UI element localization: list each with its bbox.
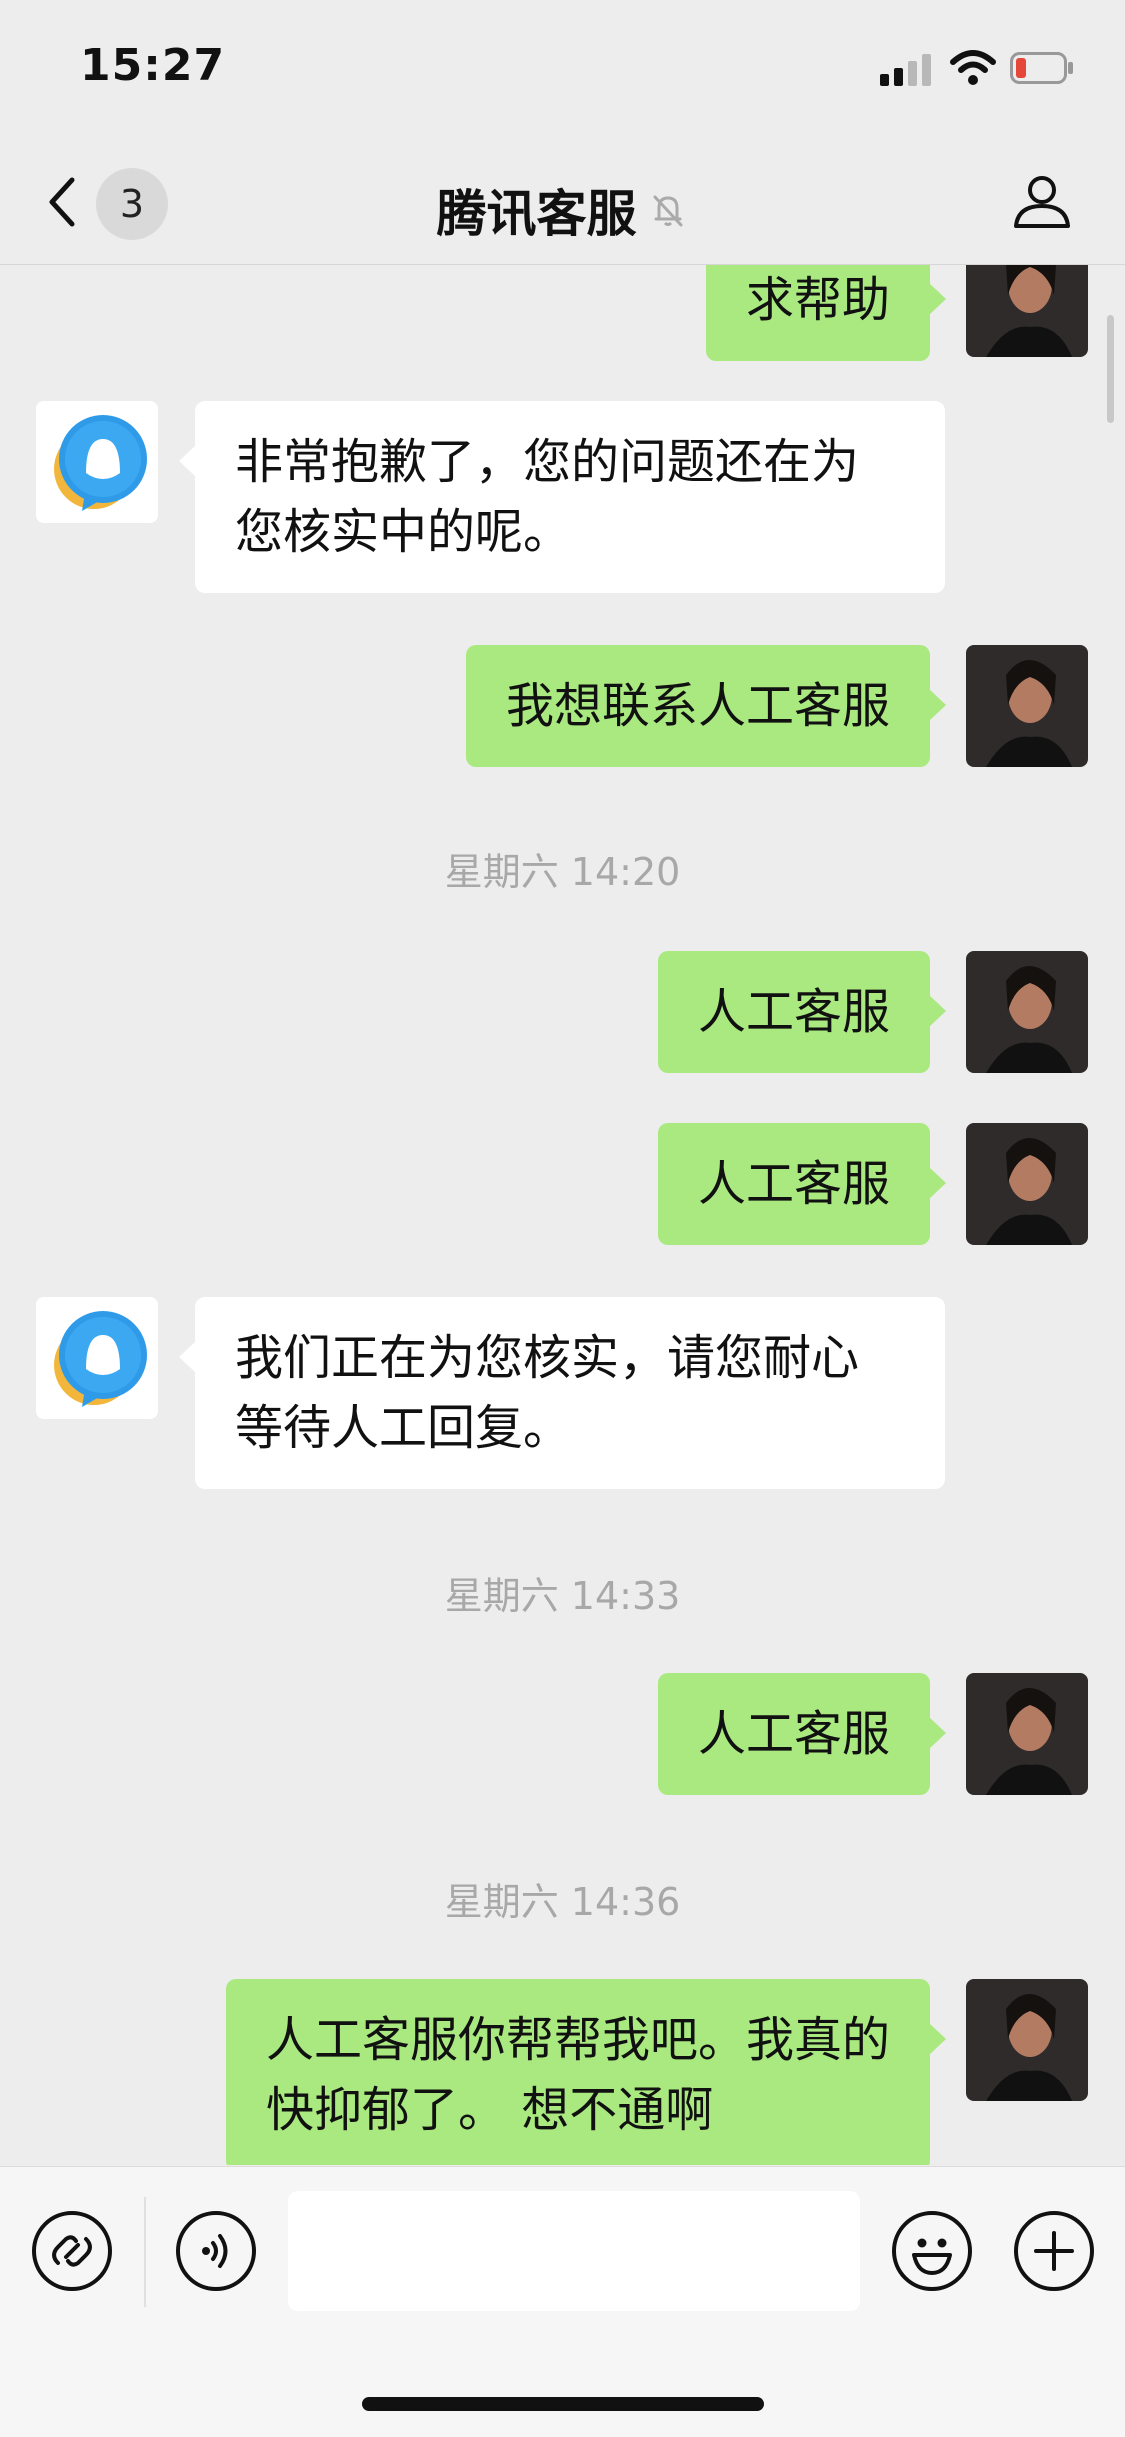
voice-icon (202, 2234, 228, 2268)
chat-history[interactable]: 求帮助 非常抱歉了，您的问题还在为 您核实中的呢。 我想联系人工客服 星期六 1… (0, 265, 1125, 2165)
nav-bar: 3 腾讯客服 (0, 140, 1125, 265)
chat-title-text: 腾讯客服 (436, 185, 637, 243)
my-avatar[interactable] (966, 1673, 1088, 1795)
message-bubble[interactable]: 我们正在为您核实，请您耐心 等待人工回复。 (179, 1297, 945, 1489)
link-button[interactable] (32, 2211, 112, 2291)
scrollbar[interactable] (1107, 315, 1114, 423)
message-bubble[interactable]: 人工客服你帮帮我吧。我真的 快抑郁了。 想不通啊 (225, 1979, 947, 2165)
my-avatar[interactable] (966, 645, 1088, 767)
chat-timestamp: 星期六 14:36 (444, 1880, 681, 1924)
message-bubble[interactable]: 人工客服 (657, 951, 947, 1073)
battery-icon (1010, 52, 1073, 84)
message-bubble[interactable]: 我想联系人工客服 (465, 645, 947, 767)
my-avatar[interactable] (966, 265, 1088, 357)
message-bubble[interactable]: 非常抱歉了，您的问题还在为 您核实中的呢。 (179, 401, 945, 593)
service-avatar[interactable] (36, 401, 158, 523)
message-input[interactable] (288, 2191, 860, 2311)
my-avatar[interactable] (966, 951, 1088, 1073)
chat-timestamp: 星期六 14:20 (444, 850, 681, 894)
link-icon (52, 2235, 92, 2267)
person-icon[interactable] (1010, 168, 1074, 232)
input-bar (0, 2166, 1125, 2437)
emoji-button[interactable] (892, 2211, 972, 2291)
voice-button[interactable] (176, 2211, 256, 2291)
my-avatar[interactable] (966, 1979, 1088, 2101)
chat-title: 腾讯客服 (0, 174, 1125, 246)
chat-timestamp: 星期六 14:33 (444, 1574, 681, 1618)
plus-icon (1034, 2231, 1074, 2271)
service-avatar[interactable] (36, 1297, 158, 1419)
status-time: 15:27 (80, 40, 226, 91)
bell-off-icon (653, 195, 682, 227)
my-avatar[interactable] (966, 1123, 1088, 1245)
message-bubble[interactable]: 人工客服 (657, 1123, 947, 1245)
more-button[interactable] (1014, 2211, 1094, 2291)
status-bar: 15:27 (0, 0, 1125, 140)
input-divider (144, 2197, 146, 2307)
home-indicator[interactable] (362, 2397, 764, 2411)
message-bubble[interactable]: 求帮助 (705, 265, 947, 361)
signal-icon (880, 52, 936, 86)
wifi-icon (950, 50, 996, 85)
message-bubble[interactable]: 人工客服 (657, 1673, 947, 1795)
smiley-icon (912, 2238, 952, 2275)
